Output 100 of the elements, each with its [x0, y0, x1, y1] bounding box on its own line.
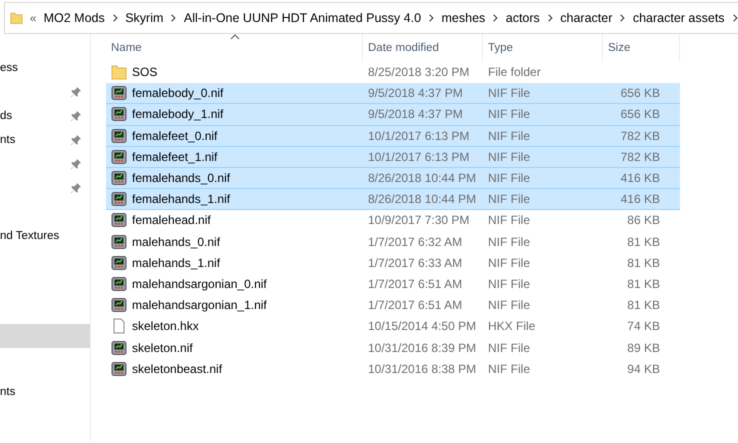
file-row[interactable]: femalebody_0.nif 9/5/2018 4:37 PM NIF File 656 KB — [106, 83, 680, 104]
nif-file-icon — [111, 148, 127, 165]
nif-file-icon — [111, 106, 127, 122]
date-modified: 10/31/2016 8:39 PM — [368, 340, 476, 355]
file-size: 782 KB — [620, 128, 660, 143]
date-modified: 9/5/2018 4:37 PM — [368, 86, 463, 100]
file-name: femalehands_1.nif — [132, 192, 230, 206]
file-row[interactable]: femalehands_1.nif 8/26/2018 10:44 PM NIF File 416 KB — [106, 189, 680, 210]
file-row[interactable]: malehands_0.nif 1/7/2017 6:32 AM NIF File 81 KB — [106, 232, 680, 253]
file-row[interactable]: skeleton.hkx 10/15/2014 4:50 PM HKX File 74 KB — [106, 316, 680, 338]
chevron-icon[interactable] — [546, 13, 554, 23]
nav-item[interactable]: ess — [0, 56, 90, 80]
file-name: femalefeet_0.nif — [132, 128, 218, 143]
file-size: 74 KB — [627, 319, 660, 334]
file-type: NIF File — [488, 150, 530, 164]
file-type: NIF File — [488, 86, 530, 100]
file-row[interactable]: femalefeet_0.nif 10/1/2017 6:13 PM NIF File 782 KB — [106, 126, 680, 147]
date-modified: 10/1/2017 6:13 PM — [368, 128, 470, 143]
column-header[interactable]: Size — [603, 34, 680, 62]
date-modified: 8/26/2018 10:44 PM — [368, 192, 476, 206]
nif-file-icon — [111, 340, 127, 356]
file-row[interactable]: malehands_1.nif 1/7/2017 6:33 AM NIF File 81 KB — [106, 252, 680, 274]
breadcrumb-item[interactable]: character assets — [632, 11, 725, 25]
date-modified: 10/9/2017 7:30 PM — [368, 213, 470, 228]
address-bar[interactable]: « MO2 Mods Skyrim All-in-One UUNP HDT Animated Pussy 4.0 meshes actors character character assets — [4, 2, 738, 34]
file-type: File folder — [488, 65, 541, 80]
file-type: NIF File — [488, 256, 530, 270]
file-type: NIF File — [488, 171, 530, 186]
file-size: 81 KB — [627, 256, 660, 270]
date-modified: 10/1/2017 6:13 PM — [368, 150, 470, 164]
chevron-icon[interactable] — [428, 13, 434, 23]
file-name: femalebody_1.nif — [132, 107, 224, 122]
file-row[interactable]: SOS 8/25/2018 3:20 PM File folder — [106, 62, 680, 84]
file-name: femalehands_0.nif — [132, 171, 230, 186]
overflow-chevron[interactable]: « — [30, 11, 37, 25]
file-name: malehands_0.nif — [132, 234, 220, 249]
file-type: NIF File — [488, 192, 530, 206]
file-row[interactable]: femalefeet_1.nif 10/1/2017 6:13 PM NIF File 782 KB — [106, 146, 680, 168]
file-size: 89 KB — [627, 340, 660, 355]
file-type: HKX File — [488, 319, 536, 334]
nif-file-icon — [111, 276, 127, 292]
file-name: malehandsargonian_1.nif — [132, 298, 267, 312]
file-type: NIF File — [488, 298, 530, 312]
file-size: 416 KB — [620, 171, 660, 186]
file-size: 782 KB — [620, 150, 660, 164]
nif-file-icon — [111, 360, 127, 377]
column-header[interactable]: Type — [483, 34, 603, 62]
breadcrumb-item[interactable]: character — [560, 11, 612, 25]
date-modified: 10/31/2016 8:38 PM — [368, 362, 476, 376]
file-row[interactable]: malehandsargonian_1.nif 1/7/2017 6:51 AM NIF File 81 KB — [106, 295, 680, 316]
breadcrumb-item[interactable]: MO2 Mods — [44, 11, 105, 25]
date-modified: 1/7/2017 6:33 AM — [368, 256, 462, 270]
file-name: SOS — [132, 65, 158, 80]
nav-item[interactable]: nd Textures — [0, 224, 90, 248]
file-row[interactable]: malehandsargonian_0.nif 1/7/2017 6:51 AM NIF File 81 KB — [106, 274, 680, 296]
file-type: NIF File — [488, 107, 530, 122]
breadcrumb-item[interactable]: All-in-One UUNP HDT Animated Pussy 4.0 — [184, 11, 422, 25]
file-size: 81 KB — [627, 298, 660, 312]
date-modified: 9/5/2018 4:37 PM — [368, 107, 463, 122]
nif-file-icon — [111, 191, 127, 208]
chevron-icon[interactable] — [112, 13, 118, 23]
file-name: malehands_1.nif — [132, 256, 220, 270]
file-name: femalehead.nif — [132, 213, 211, 228]
file-name: femalefeet_1.nif — [132, 150, 218, 164]
folder-icon — [10, 10, 23, 26]
file-row[interactable]: skeletonbeast.nif 10/31/2016 8:38 PM NIF File 94 KB — [106, 358, 680, 380]
nav-item[interactable]: ds — [0, 104, 90, 128]
nav-item[interactable]: nts — [0, 128, 90, 152]
nif-file-icon — [111, 85, 127, 102]
file-row[interactable]: skeleton.nif 10/31/2016 8:39 PM NIF File 89 KB — [106, 337, 680, 359]
chevron-icon[interactable] — [732, 13, 738, 23]
date-modified: 8/26/2018 10:44 PM — [368, 171, 476, 186]
column-header[interactable]: Date modified — [363, 34, 483, 62]
file-row[interactable]: femalehead.nif 10/9/2017 7:30 PM NIF File 86 KB — [106, 210, 680, 232]
column-header[interactable]: Name — [106, 34, 363, 62]
chevron-icon[interactable] — [170, 13, 177, 23]
file-row[interactable]: femalebody_1.nif 9/5/2018 4:37 PM NIF File 656 KB — [106, 104, 680, 126]
nav-item[interactable]: nts — [0, 380, 90, 404]
nif-file-icon — [111, 254, 127, 271]
date-modified: 1/7/2017 6:51 AM — [368, 276, 462, 291]
date-modified: 10/15/2014 4:50 PM — [368, 319, 476, 334]
file-type: NIF File — [488, 234, 530, 249]
nif-file-icon — [111, 234, 127, 250]
date-modified: 1/7/2017 6:32 AM — [368, 234, 462, 249]
file-row[interactable]: femalehands_0.nif 8/26/2018 10:44 PM NIF File 416 KB — [106, 168, 680, 190]
breadcrumb-item[interactable]: meshes — [442, 11, 486, 25]
file-name: skeletonbeast.nif — [132, 362, 222, 376]
chevron-icon[interactable] — [492, 13, 499, 23]
file-size: 81 KB — [627, 276, 660, 291]
file-type: NIF File — [488, 340, 530, 355]
breadcrumb-item[interactable]: Skyrim — [125, 11, 164, 25]
file-size: 416 KB — [620, 192, 660, 206]
date-modified: 1/7/2017 6:51 AM — [368, 298, 462, 312]
file-size: 656 KB — [620, 86, 660, 100]
file-type: NIF File — [488, 128, 530, 143]
breadcrumb-item[interactable]: actors — [506, 11, 540, 25]
file-type: NIF File — [488, 276, 530, 291]
chevron-icon[interactable] — [619, 13, 626, 23]
file-size: 81 KB — [627, 234, 660, 249]
file-type: NIF File — [488, 213, 530, 228]
